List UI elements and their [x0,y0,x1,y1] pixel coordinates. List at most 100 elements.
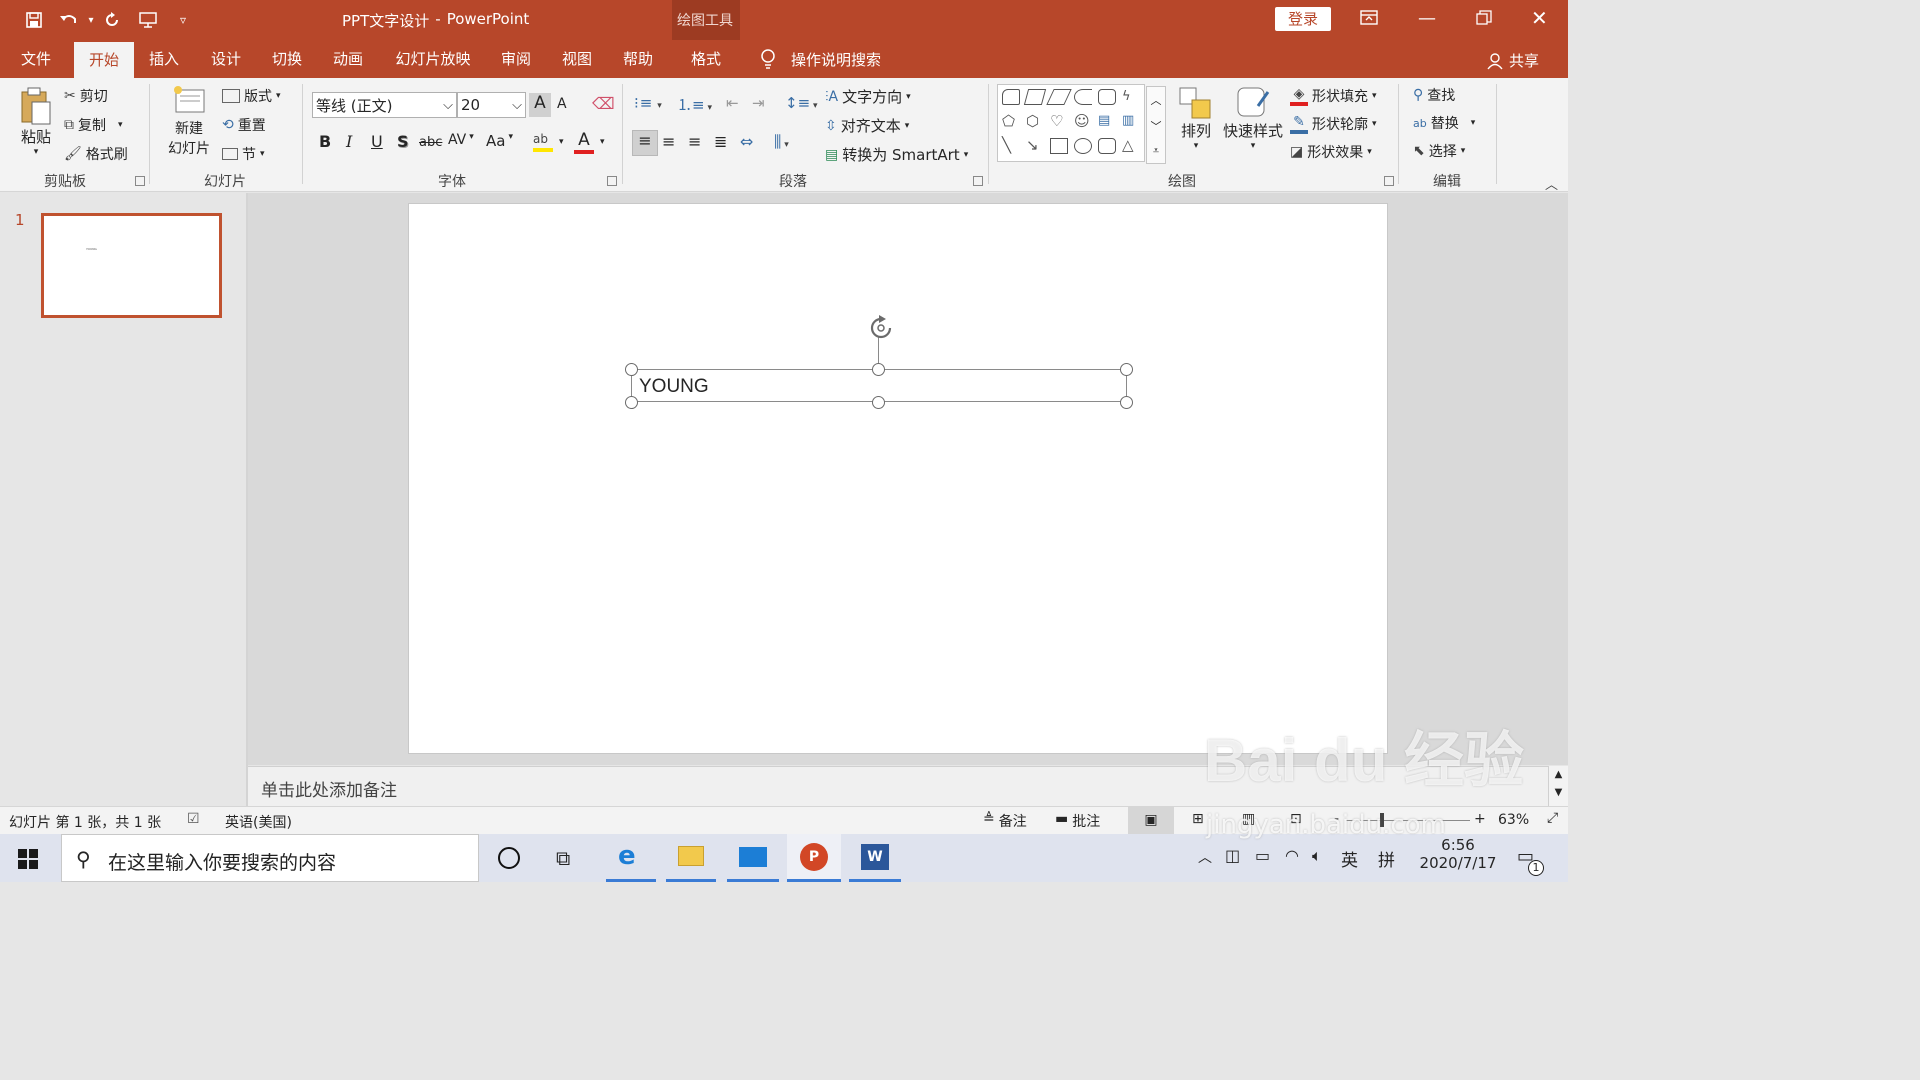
reading-view-icon[interactable]: ▥ [1242,811,1255,827]
powerpoint-app[interactable]: P [787,834,841,882]
security-tray-icon[interactable]: ◫ [1225,846,1240,865]
change-case-button[interactable]: Aa ▾ [486,132,513,150]
customize-qat-icon[interactable]: ▿ [172,9,194,31]
rounded-rect-icon[interactable] [1098,89,1116,105]
clear-formatting-icon[interactable]: ⌫ [592,94,615,113]
shape-icon[interactable] [1023,89,1047,105]
tab-insert[interactable]: 插入 [140,40,188,78]
heart-icon[interactable]: ♡ [1050,113,1068,130]
slide-thumbnail[interactable]: YOUNG [41,213,222,318]
arrange-button[interactable]: 排列 ▾ [1176,86,1216,151]
shape-effects-button[interactable]: ◪ 形状效果 ▾ [1290,142,1372,162]
shrink-font-button[interactable]: A [557,96,567,112]
bullets-icon[interactable]: ⁝≡ ▾ [634,94,663,112]
task-view-icon[interactable]: ⧉ [556,846,570,870]
line-spacing-icon[interactable]: ↕≡ ▾ [785,94,818,112]
convert-smartart-button[interactable]: ▤ 转换为 SmartArt ▾ [825,144,968,165]
tab-view[interactable]: 视图 [553,40,601,78]
normal-view-button[interactable]: ▣ [1128,807,1174,834]
scroll-down-icon[interactable]: ▼ [1549,784,1568,802]
grow-font-button[interactable]: A [529,93,551,117]
resize-handle[interactable] [872,396,885,409]
show-hidden-icons[interactable]: ︿ [1198,847,1212,867]
redo-icon[interactable] [101,9,123,31]
new-slide-button[interactable]: 新建 幻灯片 [160,84,218,166]
align-text-button[interactable]: ⇳ 对齐文本 ▾ [825,115,909,136]
align-right-icon[interactable]: ≡ [688,132,701,151]
decrease-indent-icon[interactable]: ⇤ [726,94,739,112]
resize-handle[interactable] [625,396,638,409]
shape-outline-button[interactable]: ✎ 形状轮廓 ▾ [1290,114,1377,134]
tab-animations[interactable]: 动画 [324,40,372,78]
textbox-icon[interactable]: ▤ [1098,113,1116,130]
format-painter-button[interactable]: 🖌 格式刷 [64,144,128,164]
edge-app[interactable]: e [606,834,656,882]
justify-icon[interactable]: ≣ [714,132,727,151]
notes-scrollbar[interactable]: ▲ ▼ [1548,766,1568,806]
tab-review[interactable]: 审阅 [492,40,540,78]
resize-handle[interactable] [872,363,885,376]
resize-handle[interactable] [1120,396,1133,409]
save-icon[interactable] [23,9,45,31]
rounded-rectangle-icon[interactable] [1098,138,1116,155]
drawing-launcher-icon[interactable] [1384,176,1394,186]
wifi-icon[interactable]: ◠ [1285,846,1299,865]
scroll-up-icon[interactable]: ▲ [1549,766,1568,784]
bold-button[interactable]: B [319,132,331,151]
zoom-slider-thumb[interactable] [1380,813,1384,827]
resize-handle[interactable] [625,363,638,376]
italic-button[interactable]: I [346,132,352,151]
arrow-icon[interactable]: ↘ [1026,138,1044,154]
volume-icon[interactable]: 🔈︎ [1312,846,1322,866]
text-box-content[interactable]: YOUNG [639,376,709,398]
paragraph-launcher-icon[interactable] [973,176,983,186]
slideshow-view-icon[interactable]: ⊡ [1290,811,1302,827]
text-shadow-button[interactable]: S [397,132,409,151]
vertical-textbox-icon[interactable]: ▥ [1122,113,1140,130]
align-left-button[interactable]: ≡ [632,130,658,156]
share-button[interactable]: 共享 [1487,50,1539,71]
strikethrough-button[interactable]: abc [419,135,442,150]
start-slideshow-icon[interactable] [137,9,159,31]
gallery-scroll[interactable]: ︿ ﹀ ⩡ [1146,86,1166,164]
oval-icon[interactable] [1074,138,1092,155]
layout-button[interactable]: 版式 ▾ [222,86,281,106]
shape-icon[interactable] [1046,89,1072,105]
lightning-icon[interactable]: ϟ [1122,89,1140,105]
battery-icon[interactable]: ▭ [1255,846,1270,865]
collapse-ribbon-icon[interactable]: ︿ [1545,174,1558,193]
triangle-icon[interactable]: △ [1122,138,1140,154]
clipboard-launcher-icon[interactable] [135,176,145,186]
mail-app[interactable] [727,834,779,882]
replace-button[interactable]: ab 替换 ▾ [1413,113,1475,133]
font-launcher-icon[interactable] [607,176,617,186]
input-language[interactable]: 英 [1341,846,1358,871]
zoom-in-button[interactable]: + [1474,811,1486,827]
smiley-icon[interactable]: ☺ [1074,113,1092,130]
input-mode[interactable]: 拼 [1378,846,1395,871]
copy-button[interactable]: ⧉ 复制 ▾ [64,115,123,135]
cortana-icon[interactable] [498,847,520,869]
moon-icon[interactable] [1074,89,1092,105]
clock[interactable]: 6:56 2020/7/17 [1418,836,1498,872]
close-icon[interactable]: ✕ [1531,6,1548,30]
notes-toggle[interactable]: ≜ 备注 [983,811,1027,831]
tab-file[interactable]: 文件 [12,40,60,78]
chevron-up-icon[interactable]: ︿ [1151,92,1162,108]
cut-button[interactable]: ✂ 剪切 [64,86,108,106]
chevron-down-icon[interactable]: ﹀ [1151,118,1162,134]
language-indicator[interactable]: 英语(美国) [225,812,292,832]
reset-button[interactable]: ⟲ 重置 [222,115,266,135]
resize-handle[interactable] [1120,363,1133,376]
select-button[interactable]: ⬉ 选择 ▾ [1413,141,1465,161]
align-center-icon[interactable]: ≡ [662,132,675,151]
tab-help[interactable]: 帮助 [614,40,662,78]
font-color-button[interactable]: A ▾ [574,130,605,154]
rotate-handle-icon[interactable] [866,314,898,346]
find-button[interactable]: ⚲ 查找 [1413,85,1455,105]
section-button[interactable]: 节 ▾ [222,144,265,164]
font-name-select[interactable]: 等线 (正文) ⌵ [312,92,457,118]
shapes-gallery[interactable]: ϟ ⬠ ⬡ ♡ ☺ ▤ ▥ ╲ ↘ △ [997,84,1145,162]
hexagon-icon[interactable]: ⬡ [1026,113,1044,130]
zoom-level[interactable]: 63% [1498,812,1529,828]
